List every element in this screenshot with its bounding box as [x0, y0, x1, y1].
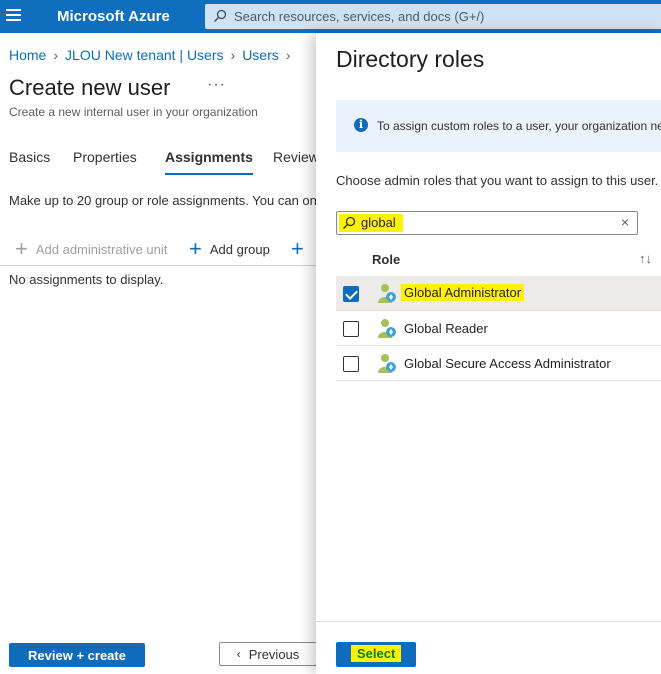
empty-assignments-text: No assignments to display.: [9, 272, 164, 287]
role-icon: [378, 354, 396, 373]
checkbox[interactable]: [343, 286, 359, 302]
search-icon: [343, 216, 356, 229]
role-label: Global Reader: [404, 321, 488, 336]
global-search[interactable]: Search resources, services, and docs (G+…: [205, 4, 661, 29]
add-group-label: Add group: [209, 241, 270, 257]
divider: [316, 621, 661, 622]
select-label: Select: [351, 645, 402, 662]
tab-basics[interactable]: Basics: [9, 149, 50, 165]
checkbox[interactable]: [343, 321, 359, 337]
divider: [0, 265, 318, 266]
menu-icon[interactable]: [6, 9, 21, 23]
add-role-button[interactable]: +: [291, 236, 312, 261]
sort-icon[interactable]: ↑↓: [639, 251, 652, 266]
role-icon: [378, 284, 396, 303]
choose-roles-text: Choose admin roles that you want to assi…: [336, 173, 659, 188]
plus-icon: +: [189, 236, 202, 261]
chevron-left-icon: ‹: [236, 647, 241, 661]
brand-title[interactable]: Microsoft Azure: [57, 8, 170, 25]
add-group-button[interactable]: + Add group: [189, 236, 270, 261]
chevron-right-icon: ›: [230, 47, 236, 63]
panel-title: Directory roles: [336, 46, 485, 72]
top-bar: Microsoft Azure Search resources, servic…: [0, 0, 661, 33]
select-button[interactable]: Select: [336, 642, 416, 667]
breadcrumb: Home › JLOU New tenant | Users › Users ›: [9, 47, 297, 63]
role-icon: [378, 319, 396, 338]
role-row-global-reader[interactable]: Global Reader: [336, 311, 661, 346]
info-icon: i: [354, 118, 368, 132]
clear-icon[interactable]: ×: [621, 214, 629, 230]
previous-label: Previous: [248, 646, 300, 662]
search-icon: [214, 9, 227, 22]
search-placeholder: Search resources, services, and docs (G+…: [234, 9, 485, 24]
breadcrumb-users[interactable]: Users: [242, 47, 279, 63]
review-create-button[interactable]: Review + create: [9, 643, 145, 667]
column-header-role[interactable]: Role: [372, 252, 400, 267]
tab-properties[interactable]: Properties: [73, 149, 137, 165]
role-label: Global Administrator: [401, 284, 525, 301]
role-filter-input[interactable]: global ×: [336, 211, 638, 235]
plus-icon: +: [15, 236, 28, 261]
directory-roles-panel: Directory roles i To assign custom roles…: [316, 33, 661, 674]
info-text: To assign custom roles to a user, your o…: [377, 119, 661, 133]
plus-icon: +: [291, 236, 304, 261]
filter-value: global: [361, 215, 396, 230]
role-row-global-administrator[interactable]: Global Administrator: [336, 276, 661, 311]
previous-button[interactable]: ‹ Previous: [219, 642, 317, 666]
info-banner: i To assign custom roles to a user, your…: [336, 100, 661, 152]
breadcrumb-home[interactable]: Home: [9, 47, 46, 63]
create-user-blade: Home › JLOU New tenant | Users › Users › Crea…: [0, 33, 319, 674]
role-row-global-secure-access-administrator[interactable]: Global Secure Access Administrator: [336, 346, 661, 381]
add-administrative-unit-button[interactable]: + Add administrative unit: [15, 236, 168, 261]
tab-review[interactable]: Review: [273, 149, 319, 165]
tab-assignments[interactable]: Assignments: [165, 149, 253, 175]
chevron-right-icon: ›: [53, 47, 59, 63]
chevron-right-icon: ›: [285, 47, 291, 63]
roles-list: Global Administrator Global Reader Globa…: [336, 276, 661, 381]
assignments-intro: Make up to 20 group or role assignments.…: [9, 193, 317, 208]
add-administrative-unit-label: Add administrative unit: [35, 241, 168, 257]
role-label: Global Secure Access Administrator: [404, 356, 611, 371]
breadcrumb-tenant-users[interactable]: JLOU New tenant | Users: [65, 47, 223, 63]
page-title: Create new user: [9, 75, 171, 100]
checkbox[interactable]: [343, 356, 359, 372]
more-options-icon[interactable]: ···: [207, 76, 226, 94]
page-subtitle: Create a new internal user in your organ…: [9, 105, 258, 119]
